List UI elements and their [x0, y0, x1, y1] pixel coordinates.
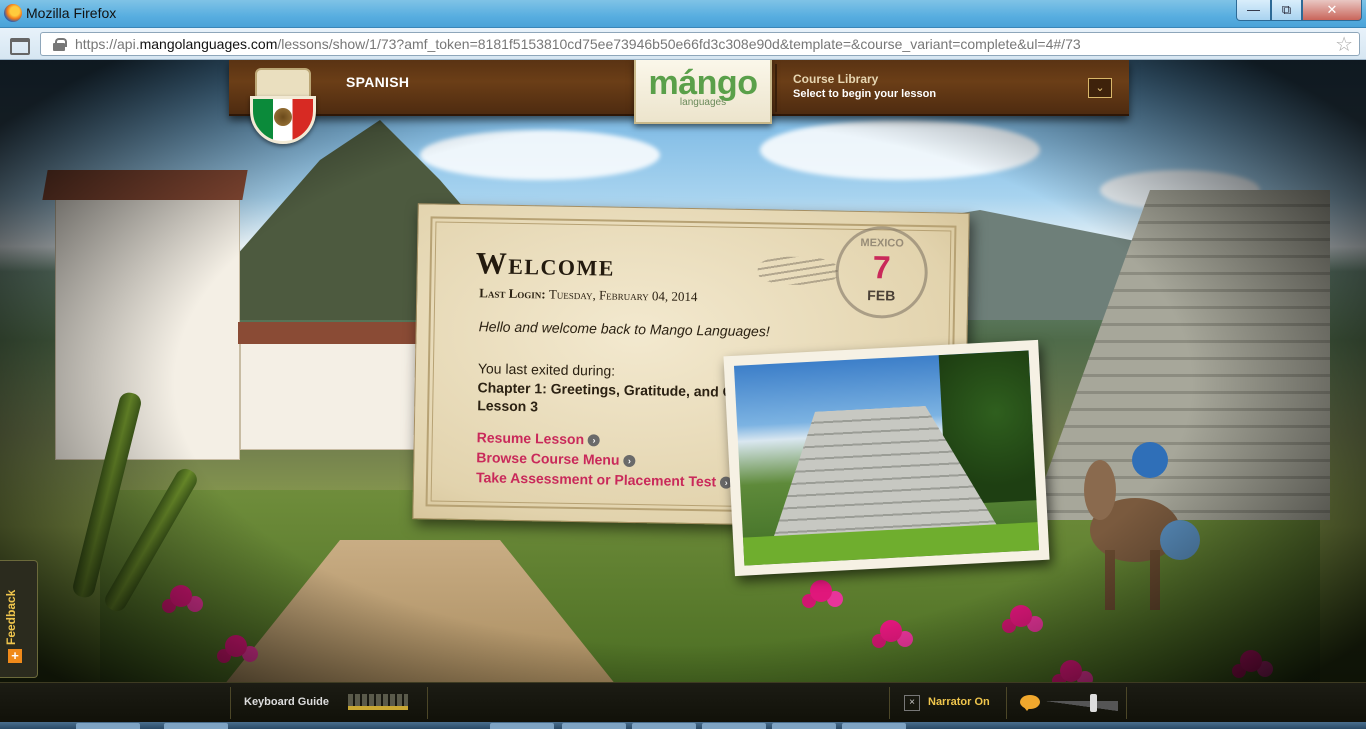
last-exit-lesson: Lesson 3	[477, 397, 539, 415]
last-exit-label: You last exited during:	[477, 360, 616, 379]
minimize-button[interactable]: —	[1236, 0, 1271, 21]
postmark-cancel-lines	[757, 256, 838, 286]
photo-image	[733, 350, 1040, 566]
feedback-label: Feedback	[4, 589, 18, 645]
flowers-illustration	[170, 585, 192, 607]
last-login-label: Last Login:	[479, 285, 546, 302]
donkey-illustration	[1084, 442, 1200, 610]
keyboard-guide-label[interactable]: Keyboard Guide	[244, 696, 329, 708]
feedback-tab[interactable]: Feedback +	[0, 560, 38, 678]
flowers-illustration	[1060, 660, 1082, 682]
house-illustration	[240, 340, 420, 450]
taskbar-button[interactable]	[562, 723, 626, 729]
roof-illustration	[238, 322, 422, 344]
taskbar-button[interactable]	[702, 723, 766, 729]
welcome-title: Welcome	[475, 245, 616, 283]
bar-divider	[427, 687, 428, 719]
taskbar-button[interactable]	[76, 723, 140, 729]
course-library-dropdown-button[interactable]: ⌄	[1088, 78, 1112, 98]
bar-divider	[889, 687, 890, 719]
flowers-illustration	[1240, 650, 1262, 672]
navigation-toolbar: https://api.mangolanguages.com/lessons/s…	[0, 28, 1366, 60]
course-language: SPANISH	[346, 74, 410, 90]
window-title: Mozilla Firefox	[26, 5, 117, 21]
bar-divider	[230, 687, 231, 719]
course-header: SPANISH mángo languages Course Library S…	[229, 60, 1129, 144]
narrator-toggle-checkbox[interactable]: ×	[904, 695, 920, 711]
url-prefix: https://api.	[75, 36, 140, 52]
mango-logo[interactable]: mángo languages	[634, 60, 772, 124]
house-illustration	[55, 190, 240, 460]
postmark-day: 7	[872, 249, 891, 286]
keyboard-icon[interactable]	[348, 694, 408, 710]
taskbar-button[interactable]	[490, 723, 554, 729]
resume-lesson-link[interactable]: Resume Lesson ›	[477, 429, 601, 447]
palenque-photo	[723, 339, 1050, 577]
arrow-right-icon: ›	[587, 434, 601, 447]
close-button[interactable]: ✕	[1302, 0, 1362, 21]
narrator-label[interactable]: Narrator On	[928, 696, 990, 708]
url-domain: mangolanguages.com	[139, 36, 278, 52]
tab-groups-icon[interactable]	[8, 35, 30, 55]
arrow-right-icon: ›	[623, 455, 636, 468]
url-bar[interactable]: https://api.mangolanguages.com/lessons/s…	[40, 32, 1360, 56]
flowers-illustration	[225, 635, 247, 657]
bar-divider	[1006, 687, 1007, 719]
course-library-title[interactable]: Course Library	[793, 72, 878, 86]
lesson-control-bar: Keyboard Guide × Narrator On	[0, 682, 1366, 722]
plus-icon: +	[8, 649, 22, 663]
browse-course-menu-link[interactable]: Browse Course Menu ›	[476, 449, 636, 468]
bookmark-star-icon[interactable]: ☆	[1335, 32, 1353, 57]
browse-course-menu-label: Browse Course Menu	[476, 449, 620, 468]
volume-slider-handle[interactable]	[1090, 694, 1097, 712]
mexico-emblem-icon	[274, 108, 292, 126]
resume-lesson-label: Resume Lesson	[476, 429, 585, 448]
course-library-subtitle[interactable]: Select to begin your lesson	[793, 88, 936, 100]
browser-titlebar: Mozilla Firefox — ⧉ ✕	[0, 0, 1366, 28]
flowers-illustration	[810, 580, 832, 602]
postmark-month: FEB	[867, 287, 896, 304]
firefox-icon	[4, 4, 22, 22]
bar-divider	[1126, 687, 1127, 719]
maximize-button[interactable]: ⧉	[1271, 0, 1302, 21]
speech-bubble-icon	[1020, 695, 1040, 711]
taskbar-button[interactable]	[842, 723, 906, 729]
taskbar-button[interactable]	[632, 723, 696, 729]
windows-taskbar	[0, 722, 1366, 729]
url-path: /lessons/show/1/73?amf_token=8181f515381…	[277, 36, 1081, 52]
roof-illustration	[42, 170, 248, 200]
flowers-illustration	[880, 620, 902, 642]
header-divider	[775, 64, 777, 112]
url-text[interactable]: https://api.mangolanguages.com/lessons/s…	[75, 36, 1081, 52]
taskbar-button[interactable]	[164, 723, 228, 729]
lesson-stage: SPANISH mángo languages Course Library S…	[0, 60, 1366, 682]
last-login-value: Tuesday, February 04, 2014	[548, 286, 698, 305]
logo-wordmark: mángo	[648, 64, 758, 102]
flowers-illustration	[1010, 605, 1032, 627]
volume-slider-track[interactable]	[1046, 701, 1118, 711]
lock-icon[interactable]	[53, 38, 67, 51]
spanish-course-badge[interactable]	[243, 68, 325, 148]
taskbar-button[interactable]	[772, 723, 836, 729]
